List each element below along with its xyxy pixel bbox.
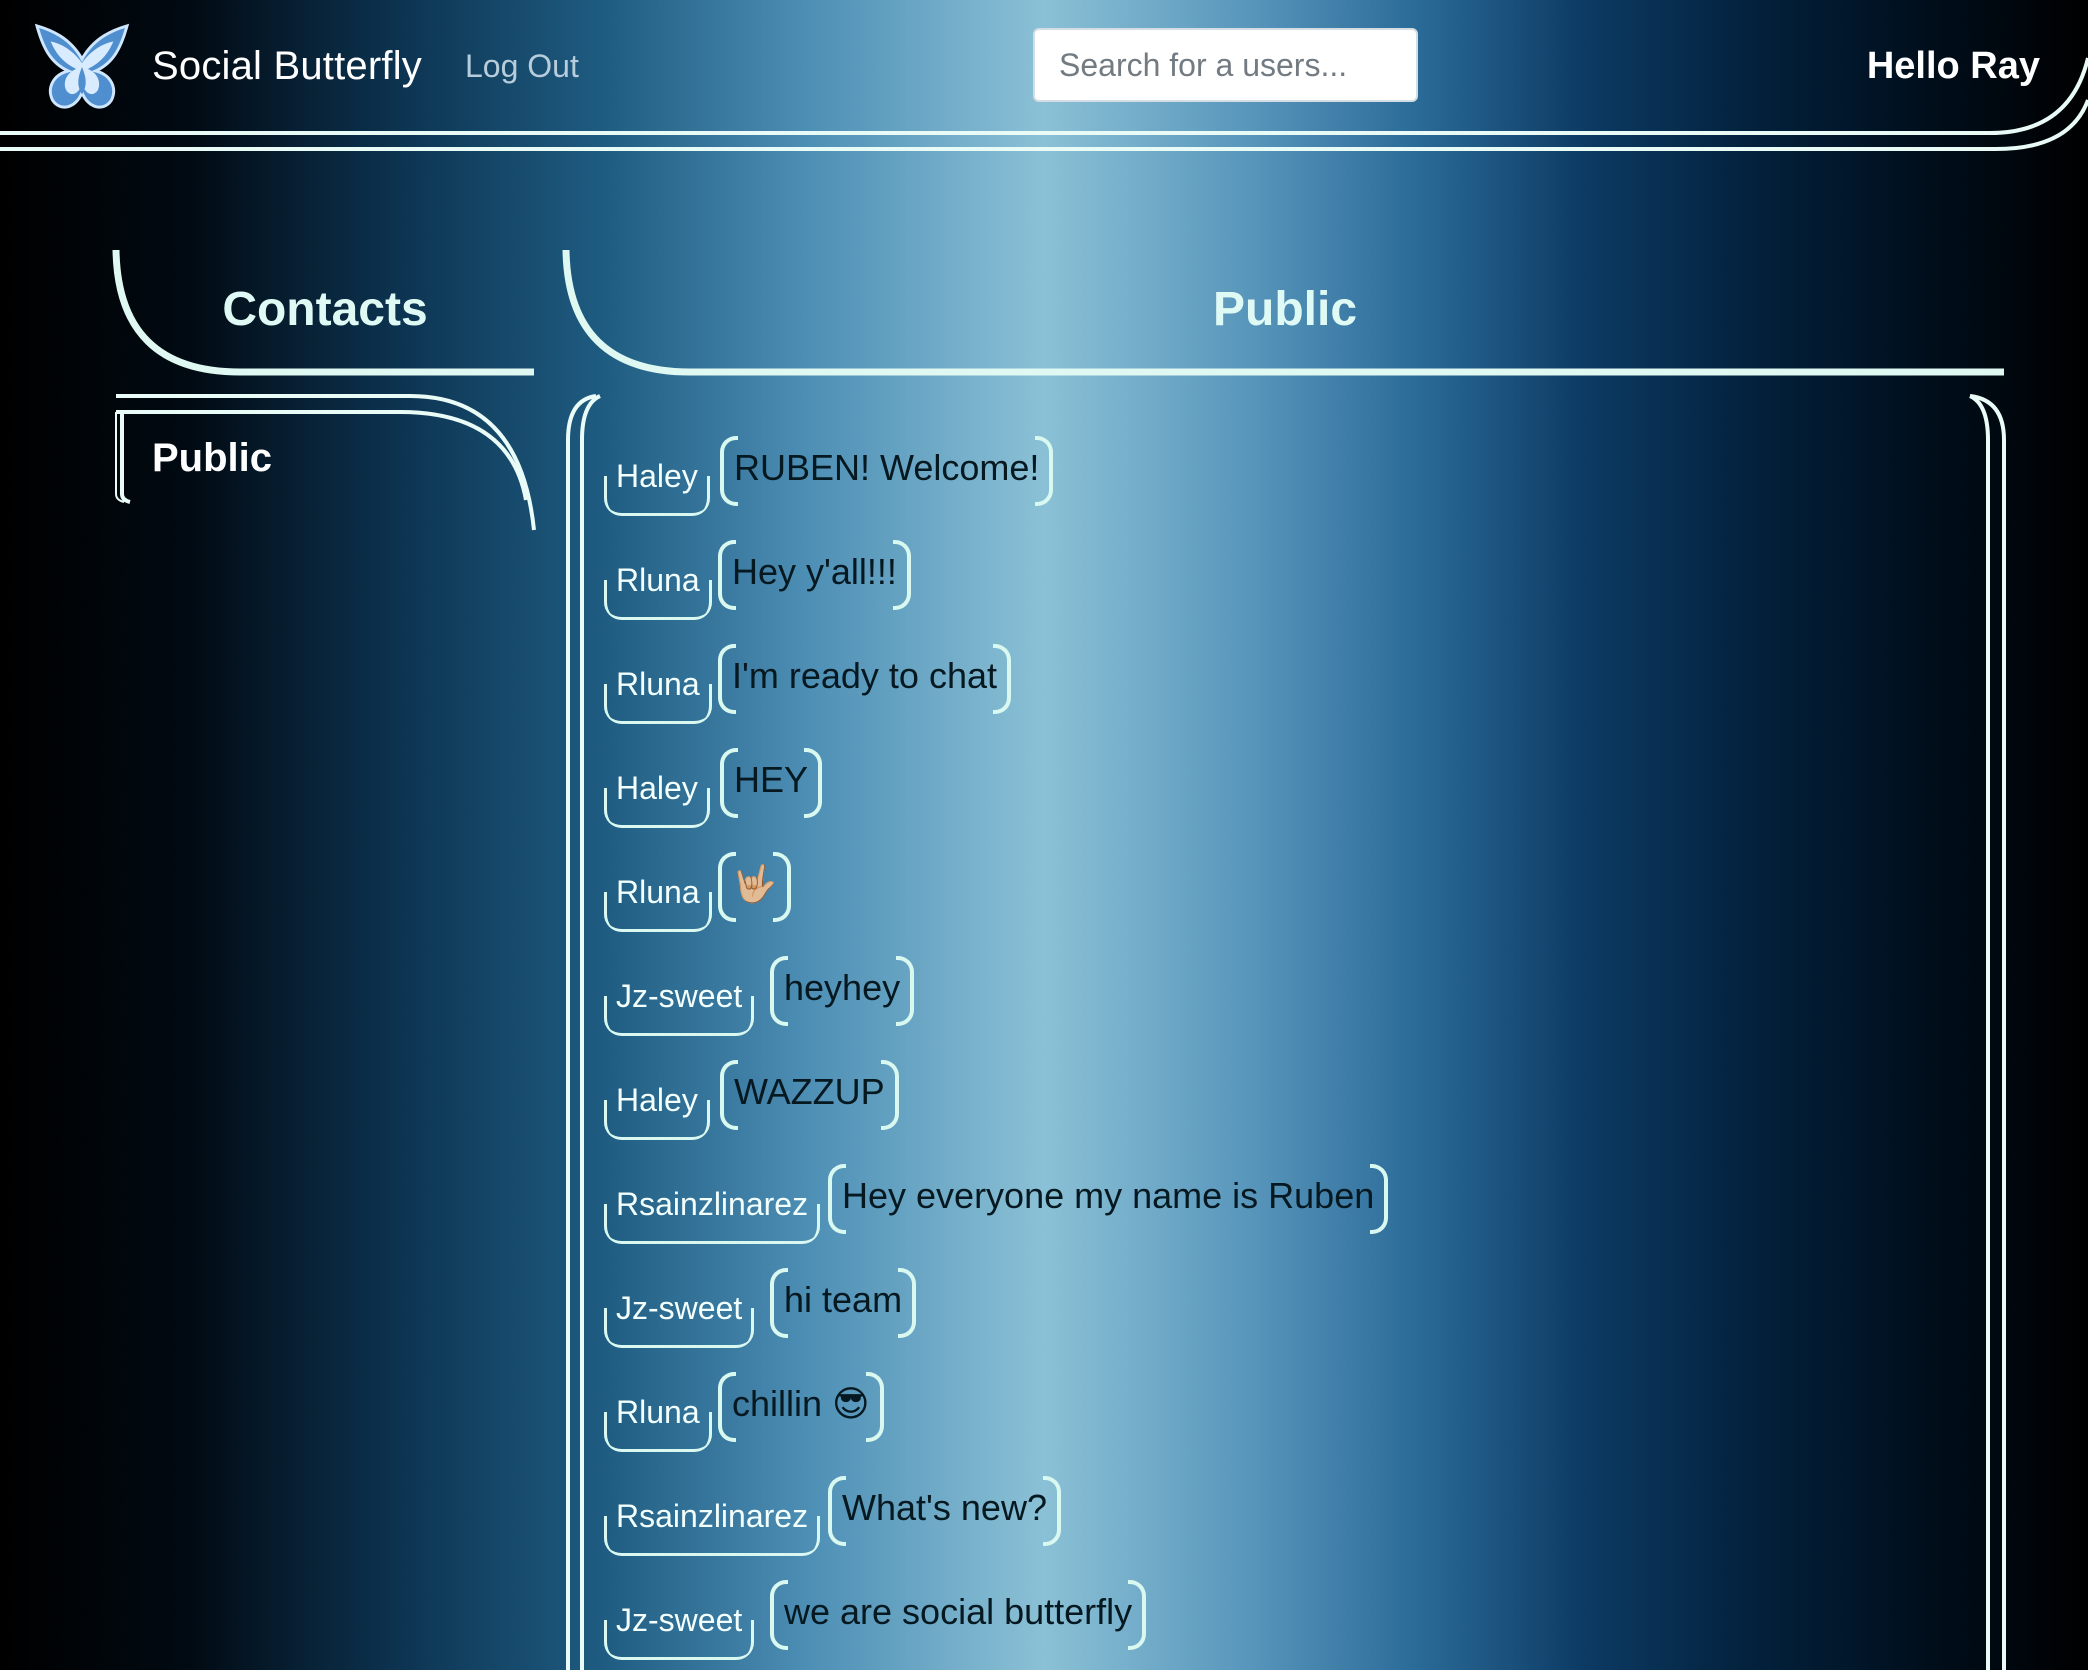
message-row: Haley RUBEN! Welcome! [604, 436, 1974, 540]
message-username[interactable]: Haley [604, 748, 710, 828]
navbar: Social Butterfly Log Out Hello Ray [0, 0, 2088, 151]
message-row: Jz-sweet heyhey [604, 956, 1974, 1060]
logout-link[interactable]: Log Out [465, 44, 579, 88]
message-username[interactable]: Haley [604, 1060, 710, 1140]
message-bubble: Hey everyone my name is Ruben [828, 1164, 1389, 1234]
message-row: Rluna chillin 😎 [604, 1372, 1974, 1476]
butterfly-logo-icon[interactable] [33, 20, 131, 114]
user-search-input[interactable] [1033, 28, 1418, 102]
contacts-heading: Contacts [222, 283, 428, 336]
message-list: Haley RUBEN! Welcome! Rluna Hey y'all!!!… [604, 436, 1974, 1670]
message-row: Rluna Hey y'all!!! [604, 540, 1974, 644]
message-row: Jz-sweet we are social butterfly [604, 1580, 1974, 1670]
message-username[interactable]: Rluna [604, 644, 712, 724]
message-row: Rluna 🤟🏼 [604, 852, 1974, 956]
message-username[interactable]: Rsainzlinarez [604, 1164, 821, 1244]
message-bubble: I'm ready to chat [718, 644, 1011, 714]
message-bubble: hi team [770, 1268, 917, 1338]
greeting-text: Hello Ray [1866, 45, 2040, 87]
message-username[interactable]: Rluna [604, 852, 712, 932]
contact-item-public[interactable]: Public [116, 396, 536, 496]
brand-name[interactable]: Social Butterfly [152, 40, 422, 92]
message-username[interactable]: Rsainzlinarez [604, 1476, 821, 1556]
message-username[interactable]: Jz-sweet [604, 1268, 755, 1348]
message-bubble: WAZZUP [720, 1060, 899, 1130]
message-username[interactable]: Haley [604, 436, 710, 516]
message-row: Haley WAZZUP [604, 1060, 1974, 1164]
message-bubble: Hey y'all!!! [718, 540, 911, 610]
chat-heading: Public [1212, 283, 1358, 336]
message-username[interactable]: Jz-sweet [604, 1580, 755, 1660]
message-row: Jz-sweet hi team [604, 1268, 1974, 1372]
message-bubble: 🤟🏼 [718, 852, 791, 922]
message-bubble: chillin 😎 [718, 1372, 884, 1442]
message-username[interactable]: Rluna [604, 540, 712, 620]
message-row: Rsainzlinarez Hey everyone my name is Ru… [604, 1164, 1974, 1268]
message-row: Rluna I'm ready to chat [604, 644, 1974, 748]
message-row: Rsainzlinarez What's new? [604, 1476, 1974, 1580]
message-username[interactable]: Jz-sweet [604, 956, 755, 1036]
contact-item-label: Public [152, 436, 273, 480]
message-bubble: HEY [720, 748, 823, 818]
message-row: Haley HEY [604, 748, 1974, 852]
message-bubble: What's new? [828, 1476, 1061, 1546]
message-bubble: we are social butterfly [770, 1580, 1147, 1650]
message-bubble: heyhey [770, 956, 915, 1026]
message-username[interactable]: Rluna [604, 1372, 712, 1452]
message-bubble: RUBEN! Welcome! [720, 436, 1054, 506]
